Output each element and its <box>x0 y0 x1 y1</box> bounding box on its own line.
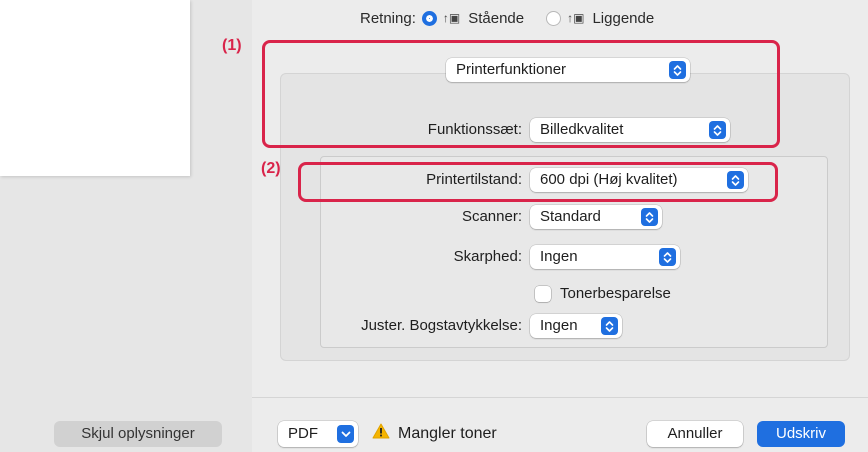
callout-1: (1) <box>222 37 242 54</box>
preview-panel: Skjul oplysninger <box>0 0 252 452</box>
sharpness-label: Skarphed: <box>453 248 522 265</box>
pdf-menu-button[interactable]: PDF <box>278 421 358 447</box>
page-preview <box>0 0 190 176</box>
landscape-icon: ↑▣ <box>567 11 585 25</box>
orientation-label: Retning: <box>360 9 416 27</box>
landscape-label: Liggende <box>592 9 655 27</box>
warning-status: Mangler toner <box>372 423 497 444</box>
highlight-box-1 <box>262 40 780 148</box>
callout-2: (2) <box>261 160 281 177</box>
portrait-icon: ↑▣ <box>442 11 461 25</box>
portrait-radio[interactable] <box>421 10 437 26</box>
scanner-label: Scanner: <box>461 208 522 225</box>
scanner-popup[interactable]: Standard <box>530 205 662 229</box>
chevron-down-icon <box>337 425 354 443</box>
landscape-radio[interactable] <box>546 10 562 26</box>
footer-divider <box>252 397 868 398</box>
pdf-label: PDF <box>288 425 318 442</box>
font-weight-popup[interactable]: Ingen <box>530 314 622 338</box>
updown-chevron-icon <box>641 208 658 226</box>
print-button[interactable]: Udskriv <box>757 421 845 447</box>
sharpness-value: Ingen <box>540 248 578 265</box>
highlight-box-2 <box>298 162 778 202</box>
warning-text: Mangler toner <box>398 424 497 442</box>
updown-chevron-icon <box>601 317 618 335</box>
warning-icon <box>372 423 390 444</box>
toner-save-label: Tonerbesparelse <box>560 285 671 302</box>
cancel-button[interactable]: Annuller <box>647 421 743 447</box>
sharpness-popup[interactable]: Ingen <box>530 245 680 269</box>
orientation-row: Retning: ↑▣ Stående ↑▣ Liggende <box>360 8 654 28</box>
portrait-label: Stående <box>468 9 525 27</box>
updown-chevron-icon <box>659 248 676 266</box>
toner-save-checkbox[interactable] <box>535 286 551 302</box>
hide-details-button[interactable]: Skjul oplysninger <box>54 421 222 447</box>
scanner-value: Standard <box>540 208 601 225</box>
font-weight-value: Ingen <box>540 317 578 334</box>
font-weight-label: Juster. Bogstavtykkelse: <box>361 317 522 334</box>
